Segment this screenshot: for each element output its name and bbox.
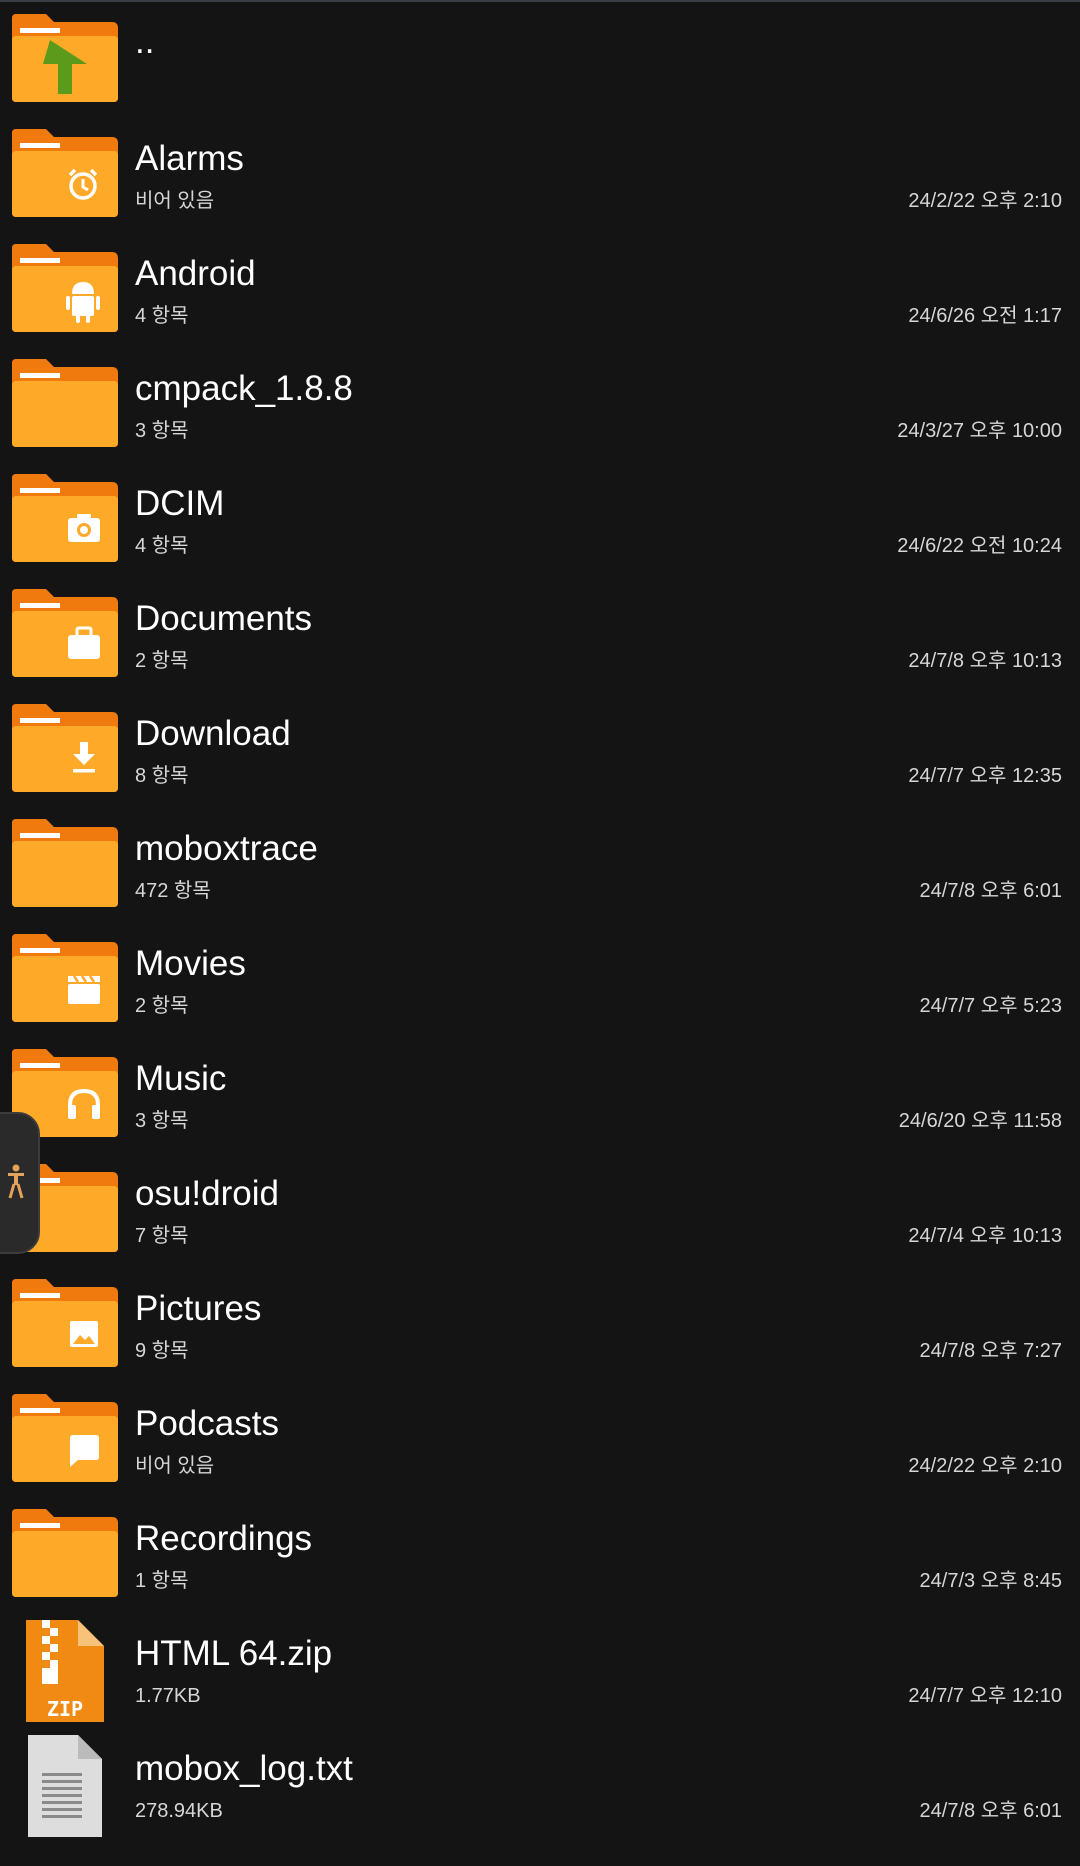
- item-date: 24/6/20 오후 11:58: [898, 1110, 1062, 1132]
- item-name: DCIM: [135, 484, 225, 523]
- zip-file-icon: ZIP: [12, 1620, 118, 1722]
- item-detail: 9 항목: [135, 1340, 189, 1362]
- list-item[interactable]: Music 3 항목 24/6/20 오후 11:58: [0, 1035, 1080, 1150]
- camera-folder-icon: [12, 474, 118, 562]
- item-detail: 1 항목: [135, 1570, 189, 1592]
- item-detail: 2 항목: [135, 995, 189, 1017]
- list-item[interactable]: osu!droid 7 항목 24/7/4 오후 10:13: [0, 1150, 1080, 1265]
- item-name: cmpack_1.8.8: [135, 369, 353, 408]
- accessibility-side-tab[interactable]: [0, 1112, 40, 1254]
- item-date: 24/7/8 오후 7:27: [919, 1340, 1062, 1362]
- text-file-icon: [12, 1735, 118, 1837]
- list-item[interactable]: moboxtrace 472 항목 24/7/8 오후 6:01: [0, 805, 1080, 920]
- list-item[interactable]: Recordings 1 항목 24/7/3 오후 8:45: [0, 1495, 1080, 1610]
- item-name: Recordings: [135, 1519, 313, 1558]
- parent-dir-label: ..: [135, 22, 155, 61]
- item-date: 24/6/26 오전 1:17: [908, 305, 1062, 327]
- item-detail: 8 항목: [135, 765, 189, 787]
- item-name: Pictures: [135, 1289, 262, 1328]
- item-name: HTML 64.zip: [135, 1634, 333, 1673]
- movie-folder-icon: [12, 934, 118, 1022]
- item-detail: 비어 있음: [135, 190, 215, 212]
- item-name: Alarms: [135, 139, 244, 178]
- item-date: 24/7/8 오후 10:13: [908, 650, 1062, 672]
- folder-up-icon: [12, 14, 118, 102]
- item-detail: 4 항목: [135, 535, 189, 557]
- folder-icon: [12, 819, 118, 907]
- item-date: 24/7/7 오후 12:10: [908, 1685, 1062, 1707]
- item-date: 24/7/7 오후 5:23: [919, 995, 1062, 1017]
- item-detail: 472 항목: [135, 880, 211, 902]
- briefcase-folder-icon: [12, 589, 118, 677]
- item-name: Podcasts: [135, 1404, 279, 1443]
- item-name: mobox_log.txt: [135, 1749, 353, 1788]
- list-item[interactable]: DCIM 4 항목 24/6/22 오전 10:24: [0, 460, 1080, 575]
- item-detail: 278.94KB: [135, 1800, 223, 1822]
- item-name: Android: [135, 254, 256, 293]
- item-date: 24/7/4 오후 10:13: [908, 1225, 1062, 1247]
- folder-icon: [12, 359, 118, 447]
- list-item-parent[interactable]: ..: [0, 0, 1080, 115]
- item-date: 24/7/3 오후 8:45: [919, 1570, 1062, 1592]
- item-detail: 1.77KB: [135, 1685, 201, 1707]
- list-item[interactable]: Podcasts 비어 있음 24/2/22 오후 2:10: [0, 1380, 1080, 1495]
- item-detail: 7 항목: [135, 1225, 189, 1247]
- item-name: Download: [135, 714, 291, 753]
- item-name: Music: [135, 1059, 227, 1098]
- picture-folder-icon: [12, 1279, 118, 1367]
- item-name: osu!droid: [135, 1174, 279, 1213]
- list-item[interactable]: Download 8 항목 24/7/7 오후 12:35: [0, 690, 1080, 805]
- item-detail: 2 항목: [135, 650, 189, 672]
- item-date: 24/2/22 오후 2:10: [908, 190, 1062, 212]
- chat-folder-icon: [12, 1394, 118, 1482]
- list-item[interactable]: Movies 2 항목 24/7/7 오후 5:23: [0, 920, 1080, 1035]
- alarm-folder-icon: [12, 129, 118, 217]
- list-item[interactable]: cmpack_1.8.8 3 항목 24/3/27 오후 10:00: [0, 345, 1080, 460]
- item-detail: 3 항목: [135, 420, 189, 442]
- list-item[interactable]: Pictures 9 항목 24/7/8 오후 7:27: [0, 1265, 1080, 1380]
- item-detail: 3 항목: [135, 1110, 189, 1132]
- android-folder-icon: [12, 244, 118, 332]
- item-date: 24/7/7 오후 12:35: [908, 765, 1062, 787]
- zip-badge: ZIP: [47, 1697, 83, 1721]
- item-name: moboxtrace: [135, 829, 318, 868]
- item-date: 24/7/8 오후 6:01: [919, 880, 1062, 902]
- item-detail: 4 항목: [135, 305, 189, 327]
- list-item[interactable]: ZIP HTML 64.zip 1.77KB 24/7/7 오후 12:10: [0, 1610, 1080, 1725]
- list-item[interactable]: Alarms 비어 있음 24/2/22 오후 2:10: [0, 115, 1080, 230]
- item-date: 24/6/22 오전 10:24: [897, 535, 1062, 557]
- list-item[interactable]: Android 4 항목 24/6/26 오전 1:17: [0, 230, 1080, 345]
- list-item[interactable]: Documents 2 항목 24/7/8 오후 10:13: [0, 575, 1080, 690]
- item-name: Documents: [135, 599, 313, 638]
- item-date: 24/2/22 오후 2:10: [908, 1455, 1062, 1477]
- folder-icon: [12, 1509, 118, 1597]
- list-item[interactable]: mobox_log.txt 278.94KB 24/7/8 오후 6:01: [0, 1725, 1080, 1840]
- item-name: Movies: [135, 944, 246, 983]
- download-folder-icon: [12, 704, 118, 792]
- item-detail: 비어 있음: [135, 1455, 215, 1477]
- item-date: 24/3/27 오후 10:00: [897, 420, 1062, 442]
- file-list: .. Alarms 비어 있음 24/2/22 오후 2:10 Android …: [0, 0, 1080, 1840]
- accessibility-person-icon: [8, 1164, 24, 1199]
- item-date: 24/7/8 오후 6:01: [919, 1800, 1062, 1822]
